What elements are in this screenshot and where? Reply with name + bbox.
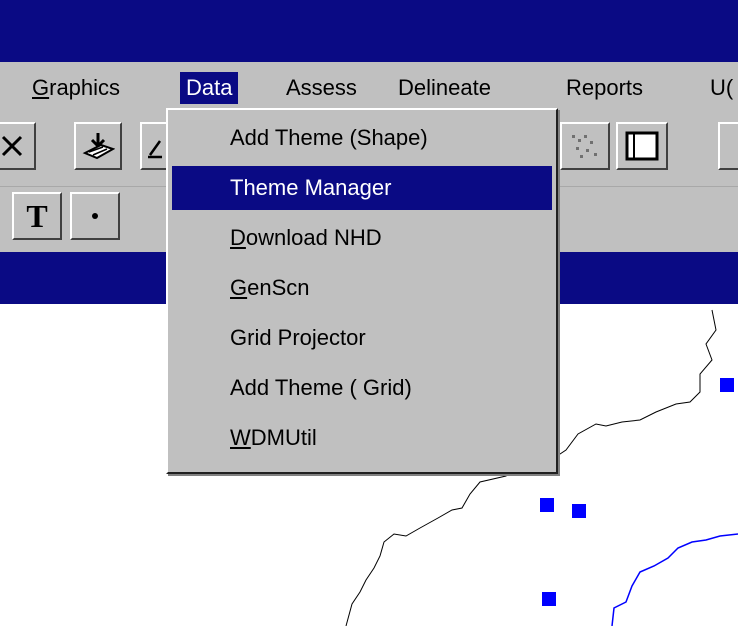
zoom-button[interactable] <box>0 122 36 170</box>
map-point[interactable] <box>542 592 556 606</box>
menu-item-add-theme-grid[interactable]: Add Theme ( Grid) <box>172 366 552 410</box>
add-theme-icon <box>82 133 115 160</box>
menu-item-theme-manager[interactable]: Theme Manager <box>172 166 552 210</box>
map-point[interactable] <box>720 378 734 392</box>
scatter-button[interactable] <box>560 122 610 170</box>
layout-button[interactable] <box>616 122 668 170</box>
menu-reports[interactable]: Reports <box>560 72 649 104</box>
add-theme-button[interactable] <box>74 122 122 170</box>
menu-item-label: enScn <box>247 275 310 300</box>
menu-assess-label: Assess <box>286 75 357 100</box>
menu-utilities-label: U( <box>710 75 734 100</box>
menu-item-label: DMUtil <box>250 425 317 450</box>
layout-icon <box>625 131 659 161</box>
pencil-button[interactable] <box>140 122 166 170</box>
menu-item-accelerator: G <box>230 275 248 300</box>
menu-data[interactable]: Data <box>180 72 239 104</box>
menu-delineate[interactable]: Delineate <box>392 72 497 104</box>
menu-graphics-label: raphics <box>49 75 121 100</box>
zoom-icon <box>1 135 23 157</box>
point-tool-icon <box>92 213 98 219</box>
menu-item-grid-projector[interactable]: Grid Projector <box>172 316 552 360</box>
menu-delineate-label: Delineate <box>398 75 491 100</box>
next-tool-button[interactable] <box>718 122 738 170</box>
map-point[interactable] <box>540 498 554 512</box>
menu-item-label: Grid Projector <box>230 325 366 350</box>
menu-item-label: Add Theme (Shape) <box>230 125 428 150</box>
menu-item-add-theme-shape[interactable]: Add Theme (Shape) <box>172 116 552 160</box>
pencil-icon <box>148 140 162 159</box>
menu-utilities[interactable]: U( <box>704 72 738 104</box>
menu-item-download-nhd[interactable]: Download NHD <box>172 216 552 260</box>
menu-item-label: Add Theme ( Grid) <box>230 375 412 400</box>
menu-item-label: Theme Manager <box>230 175 392 200</box>
menu-graphics-accelerator: G <box>32 75 50 100</box>
menu-item-genscn[interactable]: GenScn <box>172 266 552 310</box>
title-bar <box>0 0 738 62</box>
scatter-icon <box>572 135 597 158</box>
menu-assess[interactable]: Assess <box>280 72 363 104</box>
menu-item-wdmutil[interactable]: WDMUtil <box>172 416 552 460</box>
menu-item-label: ownload NHD <box>245 225 382 250</box>
menu-item-accelerator: D <box>230 225 246 250</box>
menu-data-label: Data <box>186 75 233 100</box>
text-tool-button[interactable]: T <box>12 192 62 240</box>
data-menu-dropdown: Add Theme (Shape) Theme Manager Download… <box>166 108 558 474</box>
menu-graphics[interactable]: Graphics <box>26 72 126 104</box>
menu-item-accelerator: W <box>230 425 251 450</box>
menu-reports-label: Reports <box>566 75 644 100</box>
point-tool-button[interactable] <box>70 192 120 240</box>
text-tool-icon: T <box>26 198 48 234</box>
stream-line <box>611 533 738 627</box>
map-point[interactable] <box>572 504 586 518</box>
